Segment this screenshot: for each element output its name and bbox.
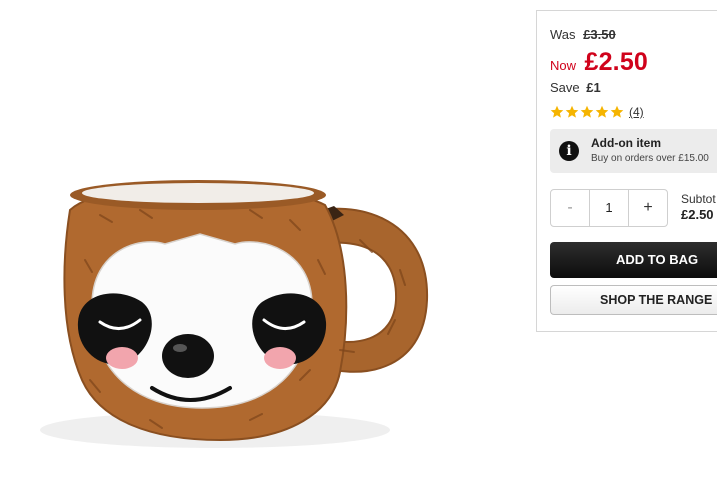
star-icon <box>550 105 564 118</box>
star-icon <box>580 105 594 118</box>
subtotal-label: Subtot <box>681 192 716 206</box>
add-to-bag-button[interactable]: ADD TO BAG <box>550 242 717 278</box>
was-price: £3.50 <box>583 27 616 42</box>
subtotal-value: £2.50 <box>681 207 714 222</box>
star-icon <box>610 105 624 118</box>
addon-notice: i Add-on item Buy on orders over £15.00 <box>550 129 717 173</box>
rating[interactable]: (4) <box>550 105 644 119</box>
save-row: Save £1 <box>550 80 601 95</box>
now-price-row: Now £2.50 <box>550 48 648 77</box>
save-label: Save <box>550 80 580 95</box>
info-icon: i <box>559 141 579 161</box>
was-price-row: Was £3.50 <box>550 27 616 42</box>
star-icon <box>595 105 609 118</box>
save-amount: £1 <box>586 80 601 95</box>
review-count-link[interactable]: (4) <box>629 105 644 119</box>
increase-quantity-button[interactable]: + <box>629 190 667 226</box>
price-panel: Was £3.50 Now £2.50 Save £1 (4) i Add-on… <box>536 10 717 332</box>
now-label: Now <box>550 58 577 73</box>
sloth-mug-illustration <box>40 180 429 448</box>
product-image <box>0 0 530 499</box>
star-icon <box>565 105 579 118</box>
addon-title: Add-on item <box>591 136 661 150</box>
shop-the-range-button[interactable]: SHOP THE RANGE <box>550 285 717 315</box>
was-label: Was <box>550 27 576 42</box>
addon-subtitle: Buy on orders over £15.00 <box>591 153 709 164</box>
quantity-input[interactable]: 1 <box>589 190 629 226</box>
quantity-stepper: - 1 + <box>550 189 668 227</box>
now-price: £2.50 <box>584 48 649 76</box>
decrease-quantity-button[interactable]: - <box>551 190 589 226</box>
